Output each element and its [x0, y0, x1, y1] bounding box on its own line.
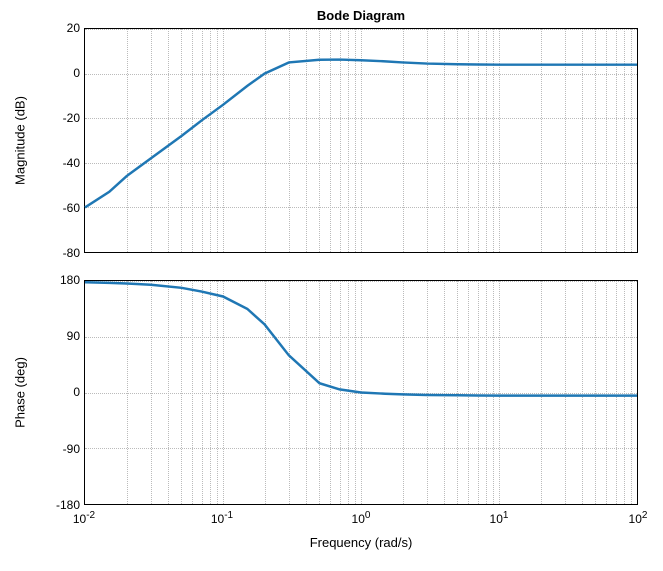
- magnitude-plot: [84, 28, 638, 253]
- magnitude-curve: [85, 29, 637, 252]
- magnitude-ylabel: Magnitude (dB): [13, 81, 28, 201]
- xtick-em1: 10-1: [211, 510, 233, 526]
- phase-ytick-m90: -90: [46, 442, 80, 456]
- xtick-e1: 101: [490, 510, 509, 526]
- frequency-xlabel: Frequency (rad/s): [84, 535, 638, 550]
- phase-plot: [84, 280, 638, 505]
- phase-ytick-180: 180: [46, 273, 80, 287]
- xtick-e0: 100: [352, 510, 371, 526]
- xtick-e2: 102: [629, 510, 648, 526]
- phase-ytick-90: 90: [46, 329, 80, 343]
- mag-ytick-m40: -40: [50, 156, 80, 170]
- phase-ylabel: Phase (deg): [13, 333, 28, 453]
- xtick-em2: 10-2: [73, 510, 95, 526]
- phase-ytick-0: 0: [46, 385, 80, 399]
- mag-ytick-m60: -60: [50, 201, 80, 215]
- mag-ytick-m20: -20: [50, 111, 80, 125]
- mag-ytick-20: 20: [50, 21, 80, 35]
- mag-ytick-0: 0: [50, 66, 80, 80]
- phase-curve: [85, 281, 637, 504]
- mag-ytick-m80: -80: [50, 246, 80, 260]
- chart-title: Bode Diagram: [84, 8, 638, 23]
